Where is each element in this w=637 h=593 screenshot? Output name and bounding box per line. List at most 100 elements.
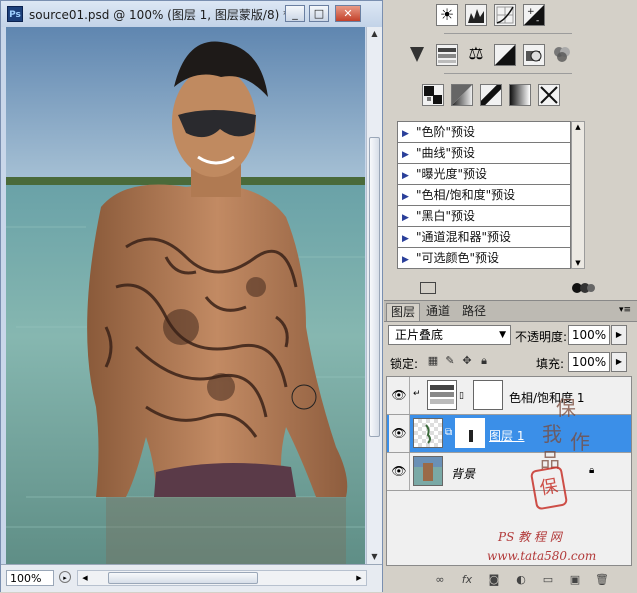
new-layer-icon[interactable]: ▣ — [567, 573, 583, 587]
levels-icon[interactable] — [465, 4, 487, 26]
presets-scrollbar[interactable]: ▲ ▼ — [571, 121, 585, 269]
document-window: Ps source01.psd @ 100% (图层 1, 图层蒙版/8) * … — [0, 0, 383, 592]
scroll-up-icon[interactable]: ▲ — [368, 27, 381, 41]
layers-panel-footer: ∞ fx ◙ ◐ ▭ ▣ 🗑︎ — [384, 567, 637, 593]
horizontal-scroll-thumb[interactable] — [108, 572, 258, 584]
close-button[interactable]: ✕ — [335, 5, 361, 22]
status-bar: 100% ▸ ◀ ▶ — [1, 564, 382, 592]
lock-label: 锁定: — [390, 357, 419, 371]
lock-all-icon[interactable]: 🔒︎ — [478, 355, 490, 367]
separator — [444, 33, 572, 34]
layer-row-hue-saturation[interactable]: 👁︎ ↵ ▯ 色相/饱和度 1 — [387, 377, 631, 415]
minimize-button[interactable]: _ — [285, 5, 305, 22]
curves-icon[interactable] — [494, 4, 516, 26]
selective-color-icon[interactable] — [538, 84, 560, 106]
layer-thumbnail[interactable] — [413, 418, 443, 448]
restore-button[interactable]: □ — [309, 5, 329, 22]
layer-name[interactable]: 色相/饱和度 1 — [509, 389, 585, 406]
tab-layers[interactable]: 图层 — [386, 303, 421, 321]
svg-text:+: + — [527, 7, 535, 17]
svg-text:-: - — [536, 16, 539, 25]
lock-image-icon[interactable]: ✎ — [444, 355, 456, 367]
vertical-scroll-thumb[interactable] — [369, 137, 380, 437]
link-layers-icon[interactable]: ∞ — [432, 573, 448, 587]
mask-link-icon[interactable]: ⧉ — [445, 427, 452, 438]
photoshop-logo-icon: Ps — [7, 6, 23, 22]
new-adjustment-layer-icon[interactable]: ◐ — [513, 573, 529, 587]
preset-label: "曝光度"预设 — [416, 167, 488, 181]
new-group-icon[interactable]: ▭ — [540, 573, 556, 587]
layer-name[interactable]: 背景 — [451, 465, 475, 482]
exposure-icon[interactable]: + - — [523, 4, 545, 26]
channel-mixer-icon[interactable] — [552, 44, 574, 66]
horizontal-scrollbar[interactable]: ◀ ▶ — [77, 570, 367, 586]
hue-saturation-icon[interactable] — [436, 44, 458, 66]
preset-exposure[interactable]: ▶ "曝光度"预设 — [398, 164, 570, 185]
image-canvas[interactable] — [6, 27, 365, 564]
preset-label: "黑白"预设 — [416, 209, 476, 223]
fill-field[interactable]: 100% — [568, 352, 610, 372]
scroll-right-icon[interactable]: ▶ — [353, 572, 365, 584]
panels-dock: ☀ + - ⚖ ▶ "色阶"预设 ▶ "曲线"预设 ▶ "曝光度"预设 ▶ "色… — [384, 0, 637, 593]
chevron-down-icon: ▼ — [499, 330, 506, 340]
layer-mask-thumbnail[interactable] — [455, 418, 485, 448]
lock-transparent-icon[interactable]: ▦ — [427, 355, 439, 367]
clip-arrow-icon: ↵ — [413, 389, 421, 399]
visibility-eye-icon[interactable]: 👁︎ — [389, 415, 410, 452]
add-layer-style-icon[interactable]: fx — [459, 573, 475, 587]
lock-position-icon[interactable]: ✥ — [461, 355, 473, 367]
scroll-down-icon[interactable]: ▼ — [573, 259, 583, 267]
preset-channel-mixer[interactable]: ▶ "通道混和器"预设 — [398, 227, 570, 248]
preset-selective-color[interactable]: ▶ "可选颜色"预设 — [398, 248, 570, 269]
opacity-slider-button[interactable]: ▶ — [611, 325, 627, 345]
layer-row-layer-1[interactable]: 👁︎ ⧉ 图层 1 — [387, 415, 631, 453]
add-mask-icon[interactable]: ◙ — [486, 573, 502, 587]
layer-row-background[interactable]: 👁︎ 背景 🔒︎ — [387, 453, 631, 491]
preset-levels[interactable]: ▶ "色阶"预设 — [398, 122, 570, 143]
visibility-eye-icon[interactable]: 👁︎ — [389, 453, 410, 490]
opacity-field[interactable]: 100% — [568, 325, 610, 345]
layer-thumbnail[interactable] — [413, 456, 443, 486]
brightness-contrast-icon[interactable]: ☀ — [436, 4, 458, 26]
adjustment-thumbnail-icon[interactable] — [427, 380, 457, 410]
photo-artwork — [6, 27, 365, 564]
preset-curves[interactable]: ▶ "曲线"预设 — [398, 143, 570, 164]
layer-mask-thumbnail[interactable] — [473, 380, 503, 410]
tab-paths[interactable]: 路径 — [458, 303, 490, 320]
return-to-list-icon[interactable] — [420, 282, 436, 294]
vibrance-icon[interactable] — [407, 44, 429, 66]
posterize-icon[interactable] — [451, 84, 473, 106]
scroll-up-icon[interactable]: ▲ — [573, 123, 583, 131]
expand-triangle-icon: ▶ — [402, 150, 409, 160]
color-balance-icon[interactable]: ⚖ — [465, 44, 487, 66]
lock-icon: 🔒︎ — [589, 465, 595, 476]
layer-name[interactable]: 图层 1 — [489, 427, 524, 444]
fill-label: 填充: — [536, 357, 565, 371]
threshold-icon[interactable] — [478, 82, 504, 108]
preset-hue-saturation[interactable]: ▶ "色相/饱和度"预设 — [398, 185, 570, 206]
status-info-icon[interactable]: ▸ — [59, 571, 71, 583]
scroll-down-icon[interactable]: ▼ — [368, 550, 381, 564]
expand-triangle-icon: ▶ — [402, 192, 409, 202]
black-white-icon[interactable] — [494, 44, 516, 66]
vertical-scrollbar[interactable]: ▲ ▼ — [366, 27, 382, 564]
fill-slider-button[interactable]: ▶ — [611, 352, 627, 372]
blend-mode-value: 正片叠底 — [395, 328, 444, 342]
delete-layer-icon[interactable]: 🗑︎ — [594, 573, 610, 587]
mask-link-icon[interactable]: ▯ — [459, 391, 464, 401]
watermark-site-name: PS 教 程 网 — [498, 530, 562, 544]
document-title-bar[interactable]: Ps source01.psd @ 100% (图层 1, 图层蒙版/8) * … — [1, 1, 382, 27]
tab-channels[interactable]: 通道 — [422, 303, 454, 320]
scroll-left-icon[interactable]: ◀ — [79, 572, 91, 584]
blend-mode-select[interactable]: 正片叠底 ▼ — [388, 325, 511, 345]
preset-black-white[interactable]: ▶ "黑白"预设 — [398, 206, 570, 227]
visibility-eye-icon[interactable]: 👁︎ — [389, 377, 410, 414]
invert-icon[interactable] — [422, 84, 444, 106]
panel-options-icon[interactable] — [572, 281, 596, 295]
photo-filter-icon[interactable] — [523, 44, 545, 66]
preset-label: "可选颜色"预设 — [416, 251, 500, 265]
gradient-map-icon[interactable] — [509, 84, 531, 106]
panel-menu-icon[interactable]: ▾≡ — [619, 305, 631, 315]
zoom-field[interactable]: 100% — [6, 570, 54, 586]
preset-label: "色阶"预设 — [416, 125, 476, 139]
